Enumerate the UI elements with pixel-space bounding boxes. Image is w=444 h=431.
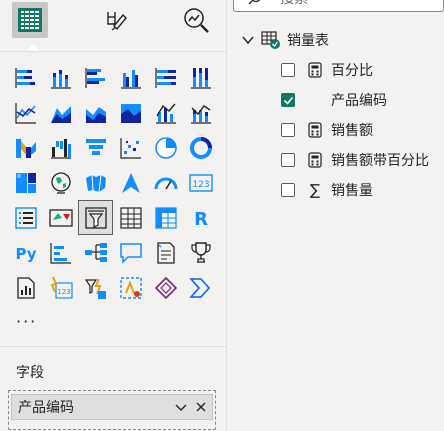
field-row-sales-amount-with-percent[interactable]: 销售额带百分比 bbox=[281, 148, 429, 172]
visualizations-pane: 123 R Py 123 ··· 字段 产品编码 bbox=[0, 0, 227, 431]
viz-tab-bar bbox=[0, 0, 226, 52]
field-checkbox[interactable] bbox=[281, 63, 295, 77]
calculator-icon bbox=[307, 61, 323, 79]
svg-text:R: R bbox=[194, 209, 208, 230]
power-apps-diamond-icon[interactable] bbox=[148, 270, 183, 305]
clustered-bar-chart-icon[interactable] bbox=[78, 60, 113, 95]
stacked-bar-chart-icon[interactable] bbox=[8, 60, 43, 95]
svg-text:123: 123 bbox=[57, 288, 70, 296]
100-stacked-column-chart-icon[interactable] bbox=[183, 60, 218, 95]
tab-divider bbox=[0, 51, 226, 52]
field-row-sales-amount[interactable]: 销售额 bbox=[281, 118, 373, 142]
field-label: 销售量 bbox=[331, 183, 373, 199]
build-visual-icon bbox=[18, 8, 42, 32]
more-visuals-button[interactable]: ··· bbox=[16, 312, 37, 331]
calculator-icon bbox=[307, 151, 323, 169]
search-input[interactable]: 搜索 bbox=[233, 0, 444, 12]
svg-text:123: 123 bbox=[192, 180, 209, 190]
field-row-product-code[interactable]: 产品编码 bbox=[281, 88, 387, 112]
fields-well-dropzone[interactable]: 产品编码 bbox=[8, 390, 216, 430]
tab-analytics[interactable] bbox=[178, 2, 214, 38]
kpi-icon[interactable] bbox=[43, 200, 78, 235]
100-stacked-bar-chart-icon[interactable] bbox=[148, 60, 183, 95]
field-well-pill[interactable]: 产品编码 bbox=[11, 394, 213, 420]
table-icon[interactable] bbox=[113, 200, 148, 235]
stacked-column-chart-icon[interactable] bbox=[43, 60, 78, 95]
treemap-icon[interactable] bbox=[8, 165, 43, 200]
chevron-down-icon[interactable] bbox=[241, 33, 255, 47]
multi-row-card-icon[interactable] bbox=[8, 200, 43, 235]
field-label: 销售额带百分比 bbox=[331, 153, 429, 169]
sigma-icon: ∑ bbox=[309, 181, 321, 199]
checkmark-icon bbox=[283, 96, 293, 105]
paginated-report-icon[interactable] bbox=[8, 270, 43, 305]
clustered-column-chart-icon[interactable] bbox=[113, 60, 148, 95]
funnel-chart-icon[interactable] bbox=[78, 130, 113, 165]
matrix-icon[interactable] bbox=[148, 200, 183, 235]
field-label: 产品编码 bbox=[331, 93, 387, 109]
field-row-percentage[interactable]: 百分比 bbox=[281, 58, 373, 82]
waterfall-chart-icon[interactable] bbox=[43, 130, 78, 165]
power-apps-icon[interactable]: 123 bbox=[43, 270, 78, 305]
table-node-sales[interactable]: 销量表 bbox=[241, 28, 329, 52]
blank-type-icon bbox=[307, 91, 323, 109]
analytics-magnifier-icon bbox=[184, 8, 209, 33]
100-stacked-area-chart-icon[interactable] bbox=[113, 95, 148, 130]
fields-pane: 搜索 销量表 百分比 bbox=[227, 0, 444, 431]
azure-map-icon[interactable] bbox=[113, 165, 148, 200]
line-clustered-column-icon[interactable] bbox=[148, 95, 183, 130]
power-bi-side-panes: 123 R Py 123 ··· 字段 产品编码 销量表 百分比 产品编码 销售… bbox=[0, 0, 444, 431]
field-checkbox[interactable] bbox=[281, 123, 295, 137]
scatter-chart-icon[interactable] bbox=[113, 130, 148, 165]
field-checkbox[interactable] bbox=[281, 153, 295, 167]
visual-gallery: 123 R Py 123 bbox=[8, 60, 253, 305]
table-icon bbox=[261, 30, 281, 50]
svg-text:Py: Py bbox=[15, 245, 36, 263]
python-visual-icon[interactable]: Py bbox=[8, 235, 43, 270]
map-icon[interactable] bbox=[43, 165, 78, 200]
pie-chart-icon[interactable] bbox=[148, 130, 183, 165]
fields-well-label: 字段 bbox=[16, 365, 44, 381]
search-placeholder: 搜索 bbox=[280, 0, 308, 8]
chevron-down-icon[interactable] bbox=[172, 398, 190, 416]
field-label: 销售额 bbox=[331, 123, 373, 139]
gauge-icon[interactable] bbox=[148, 165, 183, 200]
calculator-icon bbox=[307, 121, 323, 139]
tab-build-visual[interactable] bbox=[12, 2, 48, 38]
line-stacked-column-icon[interactable] bbox=[183, 95, 218, 130]
decomposition-tree-icon[interactable] bbox=[78, 235, 113, 270]
qa-icon[interactable] bbox=[113, 235, 148, 270]
stacked-area-chart-icon[interactable] bbox=[78, 95, 113, 130]
power-automate-arrow-icon[interactable] bbox=[183, 270, 218, 305]
tab-caret bbox=[26, 44, 40, 51]
search-icon bbox=[248, 0, 261, 5]
metrics-trophy-icon[interactable] bbox=[183, 235, 218, 270]
field-label: 百分比 bbox=[331, 63, 373, 79]
donut-chart-icon[interactable] bbox=[183, 130, 218, 165]
field-row-sales-quantity[interactable]: ∑ 销售量 bbox=[281, 178, 373, 202]
tab-format-visual[interactable] bbox=[98, 2, 134, 38]
section-divider bbox=[0, 346, 226, 347]
line-chart-icon[interactable] bbox=[8, 95, 43, 130]
filled-map-icon[interactable] bbox=[78, 165, 113, 200]
table-name: 销量表 bbox=[287, 33, 329, 49]
slicer-icon[interactable] bbox=[78, 200, 113, 235]
card-icon[interactable]: 123 bbox=[183, 165, 218, 200]
format-brush-icon bbox=[107, 12, 127, 31]
power-automate-icon[interactable] bbox=[78, 270, 113, 305]
field-checkbox-checked[interactable] bbox=[281, 93, 295, 107]
area-chart-icon[interactable] bbox=[43, 95, 78, 130]
key-influencers-icon[interactable] bbox=[43, 235, 78, 270]
field-well-pill-label: 产品编码 bbox=[18, 400, 74, 416]
custom-visual-icon[interactable] bbox=[113, 270, 148, 305]
r-visual-icon[interactable]: R bbox=[183, 200, 218, 235]
close-icon[interactable] bbox=[192, 398, 210, 416]
smart-narrative-icon[interactable] bbox=[148, 235, 183, 270]
field-checkbox[interactable] bbox=[281, 183, 295, 197]
ribbon-chart-icon[interactable] bbox=[8, 130, 43, 165]
